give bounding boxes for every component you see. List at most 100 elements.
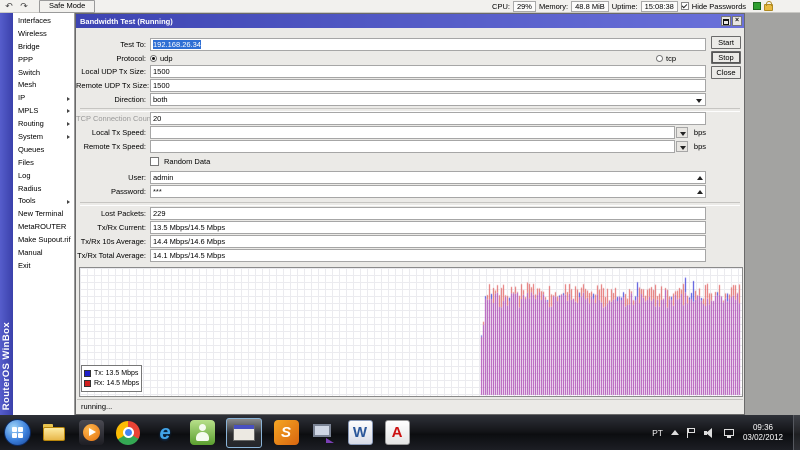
hide-passwords-checkbox[interactable] <box>681 2 689 10</box>
network-icon[interactable] <box>724 428 735 438</box>
sidebar-item-label: Bridge <box>18 42 40 51</box>
sidebar-item-ip[interactable]: IP <box>13 92 74 105</box>
form-row-tcp-connection-count: TCP Connection Count: 20 <box>76 112 744 125</box>
local-tx-speed-input[interactable] <box>150 126 675 139</box>
remote-tx-speed-dropdown-button[interactable] <box>676 141 688 152</box>
bandwidth-chart: Tx: 13.5 Mbps Rx: 14.5 Mbps <box>79 267 743 397</box>
taskbar-adobe-reader[interactable]: A <box>383 418 411 448</box>
taskbar-remote-desktop[interactable] <box>309 418 337 448</box>
protocol-label: Protocol: <box>76 52 146 65</box>
window-status-bar: running... <box>77 399 743 413</box>
sidebar-item-label: IP <box>18 93 25 102</box>
language-indicator[interactable]: PT <box>652 428 663 438</box>
remote-udp-tx-size-input[interactable]: 1500 <box>150 79 706 92</box>
sidebar-item-new-terminal[interactable]: New Terminal <box>13 208 74 221</box>
sidebar-item-bridge[interactable]: Bridge <box>13 41 74 54</box>
taskbar-messenger[interactable] <box>188 418 216 448</box>
sidebar-item-ppp[interactable]: PPP <box>13 54 74 67</box>
hidden-icons-arrow-icon[interactable] <box>671 430 679 435</box>
window-icon <box>233 424 255 441</box>
sidebar-item-label: Routing <box>18 119 44 128</box>
orange-app-icon: S <box>274 420 299 445</box>
sidebar-item-switch[interactable]: Switch <box>13 67 74 80</box>
chevron-down-icon <box>696 99 702 103</box>
taskbar-internet-explorer[interactable]: e <box>151 418 179 448</box>
taskbar-media-player[interactable] <box>77 418 105 448</box>
internet-explorer-icon: e <box>159 421 170 445</box>
taskbar: e S W A PT 09:36 03/02/2012 <box>0 415 800 450</box>
tx-rx-current-label: Tx/Rx Current: <box>76 221 146 234</box>
sidebar-item-log[interactable]: Log <box>13 170 74 183</box>
remote-tx-speed-unit: bps <box>694 140 706 153</box>
show-desktop-button[interactable] <box>793 415 800 450</box>
local-udp-tx-size-input[interactable]: 1500 <box>150 65 706 78</box>
submenu-arrow-icon <box>67 135 70 139</box>
sidebar-item-tools[interactable]: Tools <box>13 195 74 208</box>
sidebar-item-mpls[interactable]: MPLS <box>13 105 74 118</box>
volume-icon[interactable] <box>704 428 716 438</box>
sidebar-item-radius[interactable]: Radius <box>13 183 74 196</box>
legend-tx-label: Tx: 13.5 Mbps <box>94 370 138 377</box>
form-row-random-data: Random Data <box>76 155 744 168</box>
window-titlebar[interactable]: Bandwidth Test (Running) × <box>76 14 744 28</box>
sidebar-item-label: Tools <box>18 196 36 205</box>
sidebar-item-label: Exit <box>18 261 31 270</box>
random-data-checkbox[interactable] <box>150 157 159 166</box>
redo-icon[interactable]: ↷ <box>18 1 30 12</box>
sidebar-item-label: Mesh <box>18 80 36 89</box>
protocol-udp-radio[interactable]: udp <box>150 52 173 65</box>
sidebar-item-label: Log <box>18 171 31 180</box>
action-center-icon[interactable] <box>687 428 696 438</box>
form-row-remote-tx-speed: Remote Tx Speed: bps <box>76 140 744 153</box>
submenu-arrow-icon <box>67 97 70 101</box>
tcp-connection-count-input[interactable]: 20 <box>150 112 706 125</box>
user-input[interactable]: admin <box>150 171 706 184</box>
start-button-orb[interactable] <box>3 418 31 448</box>
sidebar-item-interfaces[interactable]: Interfaces <box>13 15 74 28</box>
close-window-button[interactable]: × <box>732 16 742 26</box>
sidebar-item-queues[interactable]: Queues <box>13 144 74 157</box>
tx-color-swatch <box>84 370 91 377</box>
sidebar-item-manual[interactable]: Manual <box>13 247 74 260</box>
test-to-value: 192.168.26.34 <box>153 40 201 49</box>
sidebar-item-routing[interactable]: Routing <box>13 118 74 131</box>
submenu-arrow-icon <box>67 122 70 126</box>
taskbar-windows-explorer[interactable] <box>40 418 68 448</box>
sidebar-item-label: Interfaces <box>18 16 51 25</box>
arrow-up-icon[interactable] <box>697 176 703 180</box>
sidebar-item-wireless[interactable]: Wireless <box>13 28 74 41</box>
sidebar-item-system[interactable]: System <box>13 131 74 144</box>
sidebar-item-label: PPP <box>18 55 33 64</box>
protocol-tcp-radio[interactable]: tcp <box>656 52 676 65</box>
local-udp-tx-size-label: Local UDP Tx Size: <box>76 65 146 78</box>
password-input[interactable]: *** <box>150 185 706 198</box>
arrow-up-icon[interactable] <box>697 190 703 194</box>
sidebar-item-mesh[interactable]: Mesh <box>13 79 74 92</box>
sidebar-item-files[interactable]: Files <box>13 157 74 170</box>
local-tx-speed-unit: bps <box>694 126 706 139</box>
taskbar-winbox-active[interactable] <box>225 418 263 448</box>
sidebar-item-label: System <box>18 132 43 141</box>
sidebar-item-label: Queues <box>18 145 44 154</box>
undo-icon[interactable]: ↶ <box>3 1 15 12</box>
sidebar-item-make-supout-rif[interactable]: Make Supout.rif <box>13 234 74 247</box>
direction-dropdown[interactable]: both <box>150 93 706 106</box>
sidebar-item-exit[interactable]: Exit <box>13 260 74 273</box>
remote-tx-speed-input[interactable] <box>150 140 675 153</box>
sidebar-item-metarouter[interactable]: MetaROUTER <box>13 221 74 234</box>
safe-mode-button[interactable]: Safe Mode <box>39 0 95 13</box>
sidebar-item-label: Radius <box>18 184 41 193</box>
sidebar: Interfaces WirelessBridge PPP SwitchMesh IP M… <box>13 13 75 415</box>
local-tx-speed-dropdown-button[interactable] <box>676 127 688 138</box>
tx-rx-total-average-label: Tx/Rx Total Average: <box>76 249 146 262</box>
taskbar-word[interactable]: W <box>346 418 374 448</box>
taskbar-orange-app[interactable]: S <box>272 418 300 448</box>
protocol-udp-label: udp <box>160 54 173 63</box>
restore-window-button[interactable] <box>721 16 731 26</box>
taskbar-chrome[interactable] <box>114 418 142 448</box>
sidebar-item-label: MPLS <box>18 106 38 115</box>
user-label: User: <box>76 171 146 184</box>
taskbar-clock[interactable]: 09:36 03/02/2012 <box>743 423 785 442</box>
test-to-input[interactable]: 192.168.26.34 <box>150 38 706 51</box>
protocol-tcp-label: tcp <box>666 54 676 63</box>
